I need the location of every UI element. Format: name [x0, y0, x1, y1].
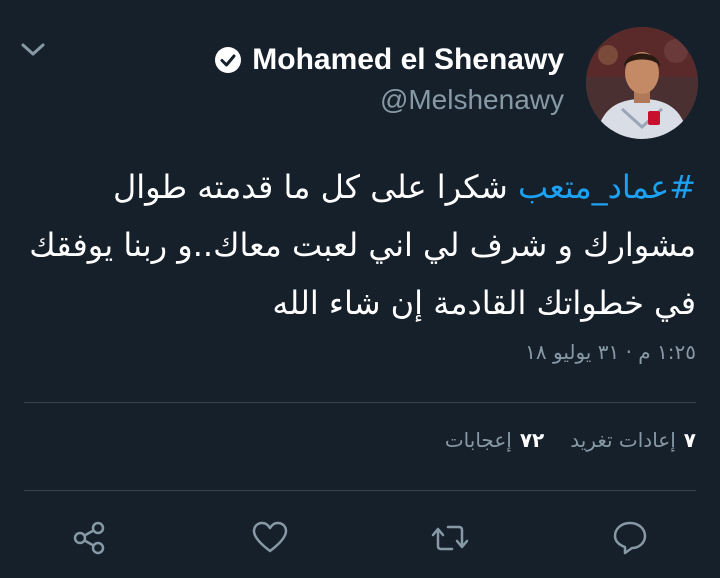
- retweet-icon: [431, 525, 469, 551]
- hashtag-link[interactable]: #عماد_متعب: [518, 168, 696, 206]
- likes-count: ٧٢: [519, 428, 545, 452]
- like-button[interactable]: [250, 518, 290, 558]
- reply-button[interactable]: [610, 518, 650, 558]
- reply-icon: [613, 521, 647, 555]
- likes-stat[interactable]: ٧٢ إعجابات: [445, 428, 544, 452]
- likes-label: إعجابات: [444, 428, 512, 452]
- retweet-button[interactable]: [430, 518, 470, 558]
- avatar[interactable]: [586, 27, 698, 139]
- divider: [24, 402, 696, 403]
- retweets-count: ٧: [683, 428, 696, 452]
- profile-name-row: Mohamed el Shenawy: [214, 40, 564, 80]
- retweets-label: إعادات تغريد: [570, 428, 676, 452]
- tweet-text: #عماد_متعب شكرا على كل ما قدمته طوال مشو…: [16, 158, 696, 332]
- tweet-timestamp[interactable]: ١:٢٥ م · ٣١ يوليو ١٨: [525, 340, 696, 364]
- display-name[interactable]: Mohamed el Shenawy: [252, 43, 564, 77]
- share-button[interactable]: [70, 518, 110, 558]
- verified-badge-icon: [214, 46, 242, 74]
- chevron-down-icon[interactable]: [20, 40, 46, 60]
- user-handle[interactable]: @Melshenawy: [380, 84, 564, 116]
- retweets-stat[interactable]: ٧ إعادات تغريد: [570, 428, 696, 452]
- tweet-stats: ٧ إعادات تغريد ٧٢ إعجابات: [445, 428, 696, 452]
- divider: [24, 490, 696, 491]
- like-icon: [252, 521, 288, 553]
- share-icon: [73, 521, 105, 555]
